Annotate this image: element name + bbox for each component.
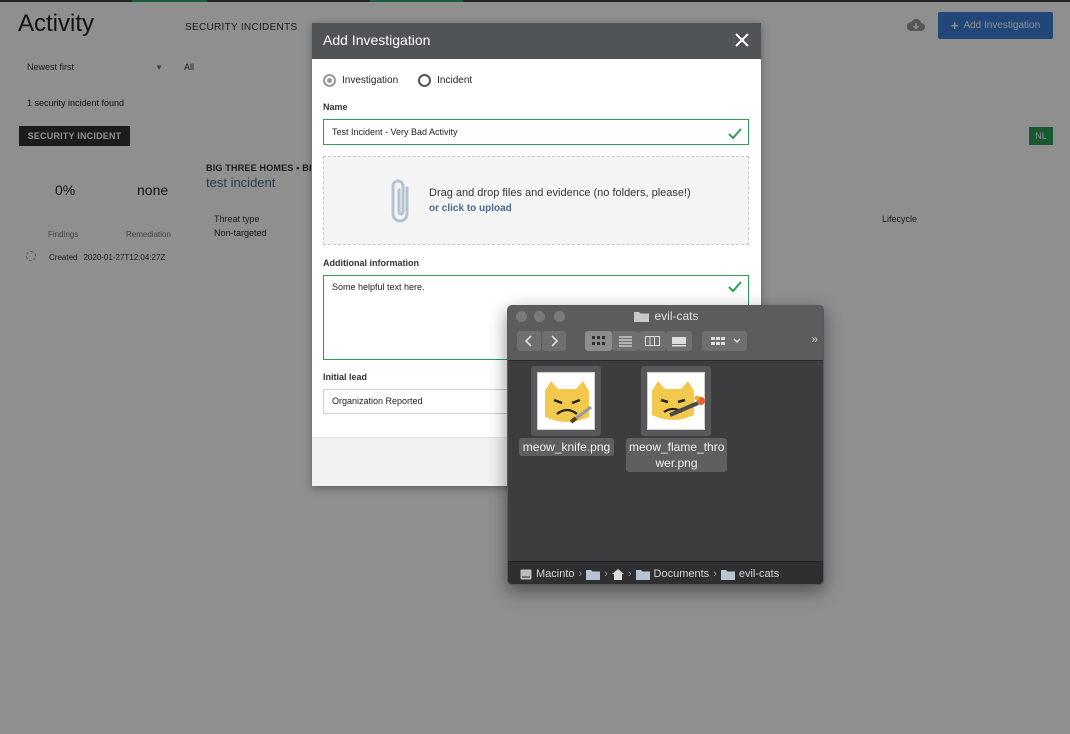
modal-header: Add Investigation [312, 23, 761, 59]
paperclip-icon [387, 176, 417, 233]
name-field[interactable]: Test Incident - Very Bad Activity [323, 119, 749, 145]
gallery-view-button[interactable] [666, 331, 692, 351]
check-icon [728, 125, 742, 140]
radio-unselected-icon [418, 74, 432, 87]
path-item-evil-cats[interactable]: evil-cats [720, 568, 780, 580]
initial-lead-value: Organization Reported [332, 396, 423, 406]
finder-window[interactable]: evil-cats » meow_knife.png meow_flame_th… [507, 305, 824, 585]
path-item-label: Documents [653, 568, 710, 580]
path-item-disk[interactable]: Macinto [520, 568, 575, 580]
list-view-button[interactable] [612, 331, 639, 351]
toolbar-overflow-icon[interactable]: » [811, 332, 818, 346]
path-item-users[interactable] [586, 569, 601, 580]
initial-lead-label: Initial lead [323, 372, 368, 382]
file-name[interactable]: meow_flame_thro wer.png [626, 438, 727, 472]
dropzone-text: Drag and drop files and evidence (no fol… [429, 187, 691, 199]
radio-investigation-label: Investigation [342, 75, 399, 86]
path-separator: › [627, 568, 632, 580]
file-thumbnail[interactable] [531, 366, 601, 436]
folder-icon [635, 569, 650, 580]
upload-link[interactable]: or click to upload [429, 203, 512, 214]
cat-flamethrower-image [647, 372, 705, 430]
folder-icon [720, 569, 735, 580]
home-icon [611, 568, 624, 580]
type-radio-group: Investigation Incident [323, 74, 472, 87]
folder-icon [634, 311, 650, 322]
path-item-label: evil-cats [738, 568, 780, 580]
back-button[interactable] [517, 331, 541, 351]
path-separator: › [578, 568, 583, 580]
forward-button[interactable] [542, 331, 566, 351]
additional-info-value: Some helpful text here. [332, 282, 425, 292]
radio-incident-label: Incident [437, 75, 473, 86]
finder-title: evil-cats [508, 309, 823, 323]
path-separator: › [604, 568, 608, 580]
folder-icon [586, 569, 601, 580]
file-name[interactable]: meow_knife.png [519, 438, 614, 456]
radio-incident[interactable]: Incident [418, 74, 472, 87]
modal-title: Add Investigation [323, 32, 431, 48]
finder-toolbar: evil-cats » [508, 306, 823, 361]
path-item-documents[interactable]: Documents [635, 568, 710, 580]
finder-file-area: meow_knife.png meow_flame_thro wer.png [508, 361, 823, 561]
radio-investigation[interactable]: Investigation [323, 74, 398, 87]
group-by-button[interactable] [702, 331, 747, 351]
name-value: Test Incident - Very Bad Activity [332, 127, 458, 137]
icon-view-button[interactable] [585, 331, 612, 351]
radio-selected-icon [323, 74, 336, 87]
path-bar: Macinto › › › Documents › evil-cats [508, 561, 823, 584]
name-label: Name [323, 102, 348, 112]
column-view-button[interactable] [639, 331, 666, 351]
file-thumbnail[interactable] [641, 366, 711, 436]
additional-info-label: Additional information [323, 258, 419, 268]
path-separator: › [713, 568, 717, 580]
path-item-home[interactable] [611, 568, 624, 580]
check-icon [728, 281, 742, 293]
cat-knife-image [537, 372, 595, 430]
file-dropzone[interactable]: Drag and drop files and evidence (no fol… [323, 156, 749, 245]
finder-title-text: evil-cats [654, 309, 699, 323]
hard-disk-icon [520, 569, 532, 579]
close-icon[interactable] [733, 31, 751, 49]
path-item-label: Macinto [536, 568, 575, 580]
